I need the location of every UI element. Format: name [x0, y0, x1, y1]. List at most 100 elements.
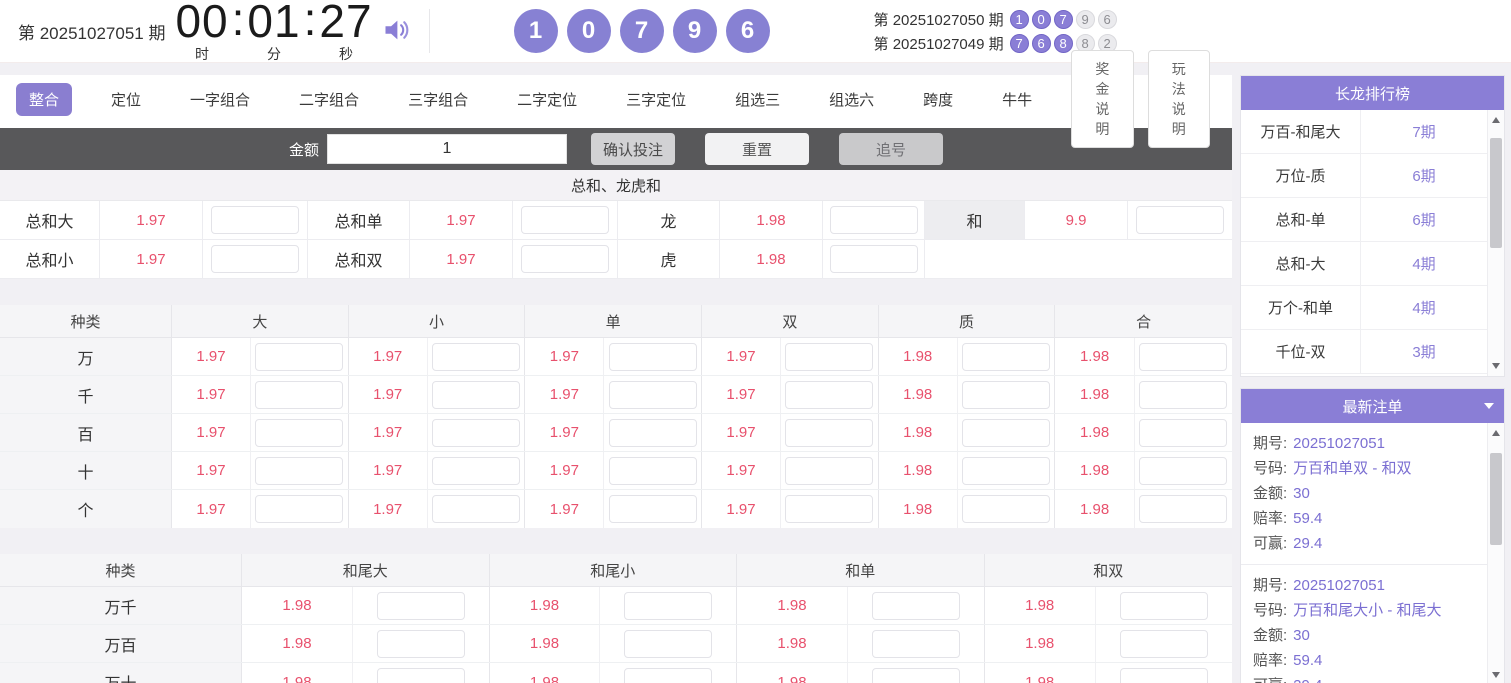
- bet-input[interactable]: [608, 495, 697, 523]
- dragon-scrollbar[interactable]: [1487, 110, 1504, 376]
- tab-zhenghe[interactable]: 整合: [16, 82, 73, 116]
- dragon-count: 4期: [1412, 300, 1436, 317]
- bet-input[interactable]: [211, 245, 299, 273]
- bet-input[interactable]: [829, 245, 918, 273]
- amount-input[interactable]: [327, 134, 567, 164]
- scroll-down-icon[interactable]: [1488, 358, 1504, 374]
- order-win-value: 29.4: [1293, 535, 1323, 552]
- bet-input[interactable]: [1139, 342, 1228, 371]
- bet-input[interactable]: [432, 456, 520, 485]
- tab-yizi-zuhe[interactable]: 一字组合: [180, 83, 260, 116]
- bet-input[interactable]: [432, 342, 520, 371]
- odds-value: 1.98: [1055, 338, 1135, 375]
- tab-zuxuan-liu[interactable]: 组选六: [819, 83, 884, 116]
- bet-input[interactable]: [871, 591, 960, 620]
- bet-input[interactable]: [1136, 206, 1224, 234]
- bet-input[interactable]: [432, 418, 520, 447]
- scroll-down-icon[interactable]: [1488, 667, 1504, 683]
- speaker-icon[interactable]: [383, 17, 413, 48]
- bet-input[interactable]: [432, 495, 520, 523]
- rules-info-button[interactable]: 玩法说明: [1147, 50, 1210, 148]
- latest-orders-panel: 最新注单 期号: 20251027051 号码: 万百和单双 - 和双 金额: 30 …: [1240, 388, 1505, 683]
- bet-input[interactable]: [255, 342, 344, 371]
- bet-input[interactable]: [785, 495, 874, 523]
- chase-number-button[interactable]: 追号: [839, 133, 943, 165]
- bet-input[interactable]: [1119, 591, 1208, 620]
- bet-input[interactable]: [962, 342, 1050, 371]
- tab-erzi-zuhe[interactable]: 二字组合: [289, 83, 369, 116]
- prize-info-button[interactable]: 奖金说明: [1071, 50, 1134, 148]
- odds-value: 1.97: [172, 338, 252, 375]
- tab-erzi-dingwei[interactable]: 二字定位: [507, 83, 587, 116]
- bet-input[interactable]: [1119, 629, 1208, 658]
- bet-input[interactable]: [608, 380, 697, 409]
- bet-input[interactable]: [1139, 380, 1228, 409]
- bet-input[interactable]: [829, 206, 918, 234]
- bet-input[interactable]: [785, 380, 874, 409]
- bet-input[interactable]: [1139, 456, 1228, 485]
- bet-input[interactable]: [785, 342, 874, 371]
- tab-kuadu[interactable]: 跨度: [913, 83, 963, 116]
- draw-history: 第 20251027050 期 1 0 7 9 6 第 20251027049 …: [874, 9, 1117, 54]
- bet-input[interactable]: [785, 418, 874, 447]
- hours-unit-label: 时: [195, 45, 210, 62]
- bet-input[interactable]: [962, 495, 1050, 523]
- bet-input[interactable]: [1139, 495, 1228, 523]
- tab-dingwei[interactable]: 定位: [101, 83, 151, 116]
- dragon-count: 4期: [1412, 256, 1436, 273]
- top-bar: 第 20251027051 期 00 时 : 01 分 : 27 秒 1 0 7…: [0, 0, 1511, 63]
- orders-scrollbar[interactable]: [1487, 423, 1504, 683]
- odds-value: 1.97: [172, 376, 252, 413]
- dragon-name: 总和-大: [1241, 242, 1361, 285]
- bet-input[interactable]: [376, 668, 465, 683]
- bet-input[interactable]: [624, 668, 713, 683]
- bet-input[interactable]: [871, 668, 960, 683]
- dragon-name: 万位-质: [1241, 154, 1361, 197]
- bet-input[interactable]: [624, 629, 713, 658]
- play-mode-tabs: 整合 定位 一字组合 二字组合 三字组合 二字定位 三字定位 组选三 组选六 跨…: [0, 50, 1232, 148]
- tab-sanzi-dingwei[interactable]: 三字定位: [616, 83, 696, 116]
- bet-input[interactable]: [1139, 418, 1228, 447]
- odds-value: 1.98: [985, 587, 1096, 624]
- bet-input[interactable]: [624, 591, 713, 620]
- history-ball: 9: [1075, 9, 1095, 29]
- bet-input[interactable]: [962, 456, 1050, 485]
- bet-input[interactable]: [521, 206, 609, 234]
- bet-input[interactable]: [255, 456, 344, 485]
- bet-input[interactable]: [871, 629, 960, 658]
- bet-input[interactable]: [521, 245, 609, 273]
- bet-input[interactable]: [432, 380, 520, 409]
- bet-type-label: 总和大: [0, 201, 100, 239]
- odds-value: 1.98: [1055, 452, 1135, 489]
- scrollbar-thumb[interactable]: [1490, 138, 1502, 248]
- tab-zuxuan-san[interactable]: 组选三: [725, 83, 790, 116]
- bet-input[interactable]: [376, 591, 465, 620]
- odds-value: 1.97: [349, 376, 428, 413]
- odds-value: 1.98: [737, 663, 848, 683]
- chevron-down-icon[interactable]: [1484, 403, 1494, 409]
- bet-input[interactable]: [376, 629, 465, 658]
- bet-input[interactable]: [1119, 668, 1208, 683]
- bet-input[interactable]: [962, 418, 1050, 447]
- bet-input[interactable]: [255, 380, 344, 409]
- bet-input[interactable]: [962, 380, 1050, 409]
- confirm-bet-button[interactable]: 确认投注: [591, 133, 675, 165]
- bet-input[interactable]: [608, 418, 697, 447]
- amount-label: 金额: [288, 141, 319, 159]
- scroll-up-icon[interactable]: [1488, 112, 1504, 128]
- bet-input[interactable]: [608, 342, 697, 371]
- bet-input[interactable]: [785, 456, 874, 485]
- countdown-hours: 00: [175, 0, 229, 47]
- bet-input[interactable]: [608, 456, 697, 485]
- tab-sanzi-zuhe[interactable]: 三字组合: [398, 83, 478, 116]
- bet-input[interactable]: [211, 206, 299, 234]
- tab-niuniu[interactable]: 牛牛: [992, 83, 1042, 116]
- sum-tail-odds-table: 种类 和尾大 和尾小 和单 和双 万千 1.98 1.98 1.98 1.98 …: [0, 554, 1232, 683]
- scrollbar-thumb[interactable]: [1490, 453, 1502, 545]
- odds-value: 1.98: [242, 663, 353, 683]
- bet-input[interactable]: [255, 495, 344, 523]
- row-label: 百: [0, 414, 172, 451]
- reset-button[interactable]: 重置: [705, 133, 809, 165]
- scroll-up-icon[interactable]: [1488, 425, 1504, 441]
- bet-input[interactable]: [255, 418, 344, 447]
